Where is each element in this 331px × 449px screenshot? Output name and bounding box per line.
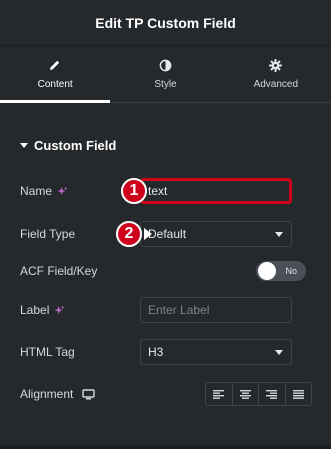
tab-content-label: Content (37, 79, 73, 90)
align-justify-button[interactable] (286, 383, 312, 405)
chevron-down-icon (275, 350, 283, 355)
ai-sparkle-icon[interactable] (54, 304, 65, 316)
tab-style-label: Style (154, 79, 177, 90)
alignment-button-group (205, 382, 312, 406)
panel-title: Edit TP Custom Field (95, 14, 236, 31)
panel-divider (0, 445, 331, 449)
label-label: Label (20, 303, 50, 317)
field-type-select[interactable]: Default (140, 221, 292, 247)
html-tag-label: HTML Tag (20, 345, 75, 359)
desktop-icon[interactable] (82, 388, 96, 400)
tab-content[interactable]: Content (0, 46, 111, 103)
label-input-placeholder: Enter Label (148, 303, 210, 317)
pencil-icon (48, 58, 62, 72)
badge-pointer-icon (144, 228, 152, 240)
panel-header: Edit TP Custom Field (0, 0, 331, 46)
field-type-label: Field Type (20, 227, 76, 241)
toggle-knob (258, 262, 276, 280)
step-badge-1: 1 (121, 178, 147, 204)
tab-advanced[interactable]: Advanced (221, 46, 331, 102)
ai-sparkle-icon[interactable] (57, 185, 68, 197)
chevron-down-icon (275, 232, 283, 237)
align-right-icon (266, 389, 278, 399)
name-input-value: text (148, 184, 168, 198)
align-center-button[interactable] (233, 383, 259, 405)
align-left-button[interactable] (206, 383, 233, 405)
label-input[interactable]: Enter Label (140, 297, 292, 323)
acf-key-toggle-text: No (285, 266, 297, 276)
tab-style[interactable]: Style (110, 46, 220, 102)
align-right-button[interactable] (259, 383, 286, 405)
acf-key-label: ACF Field/Key (20, 264, 98, 278)
html-tag-value: H3 (148, 345, 164, 359)
acf-key-toggle[interactable]: No (256, 261, 306, 281)
align-left-icon (213, 389, 225, 399)
html-tag-select[interactable]: H3 (140, 339, 292, 365)
align-center-icon (239, 389, 251, 399)
step-badge-2: 2 (116, 221, 142, 247)
tab-advanced-label: Advanced (253, 79, 299, 90)
contrast-icon (158, 58, 172, 72)
section-custom-field-toggle[interactable]: Custom Field (20, 138, 116, 153)
tab-bar: Content Style Advanced (0, 46, 331, 103)
caret-down-icon (20, 143, 28, 148)
field-type-value: Default (148, 227, 187, 241)
section-title: Custom Field (34, 138, 117, 153)
align-justify-icon (292, 389, 304, 399)
alignment-label: Alignment (20, 387, 74, 401)
name-input[interactable]: text (140, 178, 292, 204)
name-label: Name (20, 184, 53, 198)
gear-icon (269, 58, 283, 72)
